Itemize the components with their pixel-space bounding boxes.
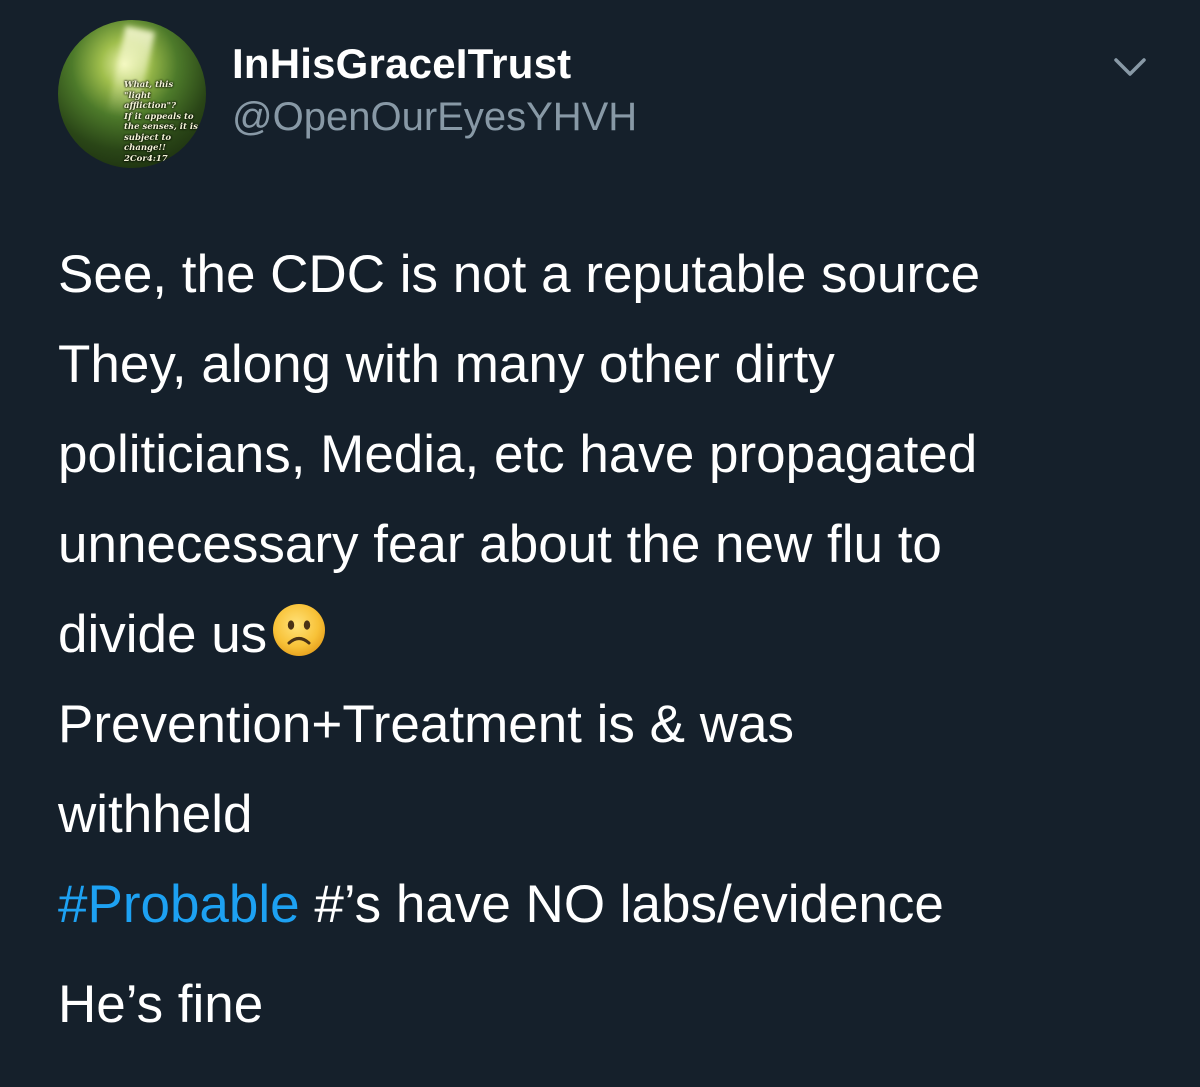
tweet-line: unnecessary fear about the new flu to [58, 515, 942, 574]
chevron-down-icon[interactable] [1110, 52, 1150, 82]
tweet-line: See, the CDC is not a reputable source [58, 245, 981, 304]
slightly-frowning-face-emoji [273, 604, 326, 656]
tweet-line: He’s fine [58, 975, 264, 1034]
display-name[interactable]: InHisGraceITrust [232, 40, 571, 88]
hashtag-link[interactable]: #Probable [58, 875, 300, 934]
avatar[interactable]: What, this "light affliction"? If it app… [58, 20, 206, 168]
tweet: What, this "light affliction"? If it app… [0, 0, 1200, 1087]
tweet-line-with-emoji: divide us [58, 590, 1178, 680]
tweet-line-text: divide us [58, 605, 268, 664]
user-handle[interactable]: @OpenOurEyesYHVH [232, 95, 637, 140]
avatar-quote: What, this "light affliction"? If it app… [124, 80, 198, 164]
tweet-line-text: #’s have NO labs/evidence [299, 875, 944, 934]
tweet-line: Prevention+Treatment is & was [58, 695, 794, 754]
tweet-line: withheld [58, 785, 253, 844]
tweet-text: See, the CDC is not a reputable source T… [58, 230, 1178, 1050]
tweet-line: They, along with many other dirty [58, 335, 835, 394]
tweet-line: politicians, Media, etc have propagated [58, 425, 978, 484]
tweet-line-with-hashtag: #Probable #’s have NO labs/evidence [58, 860, 1178, 950]
